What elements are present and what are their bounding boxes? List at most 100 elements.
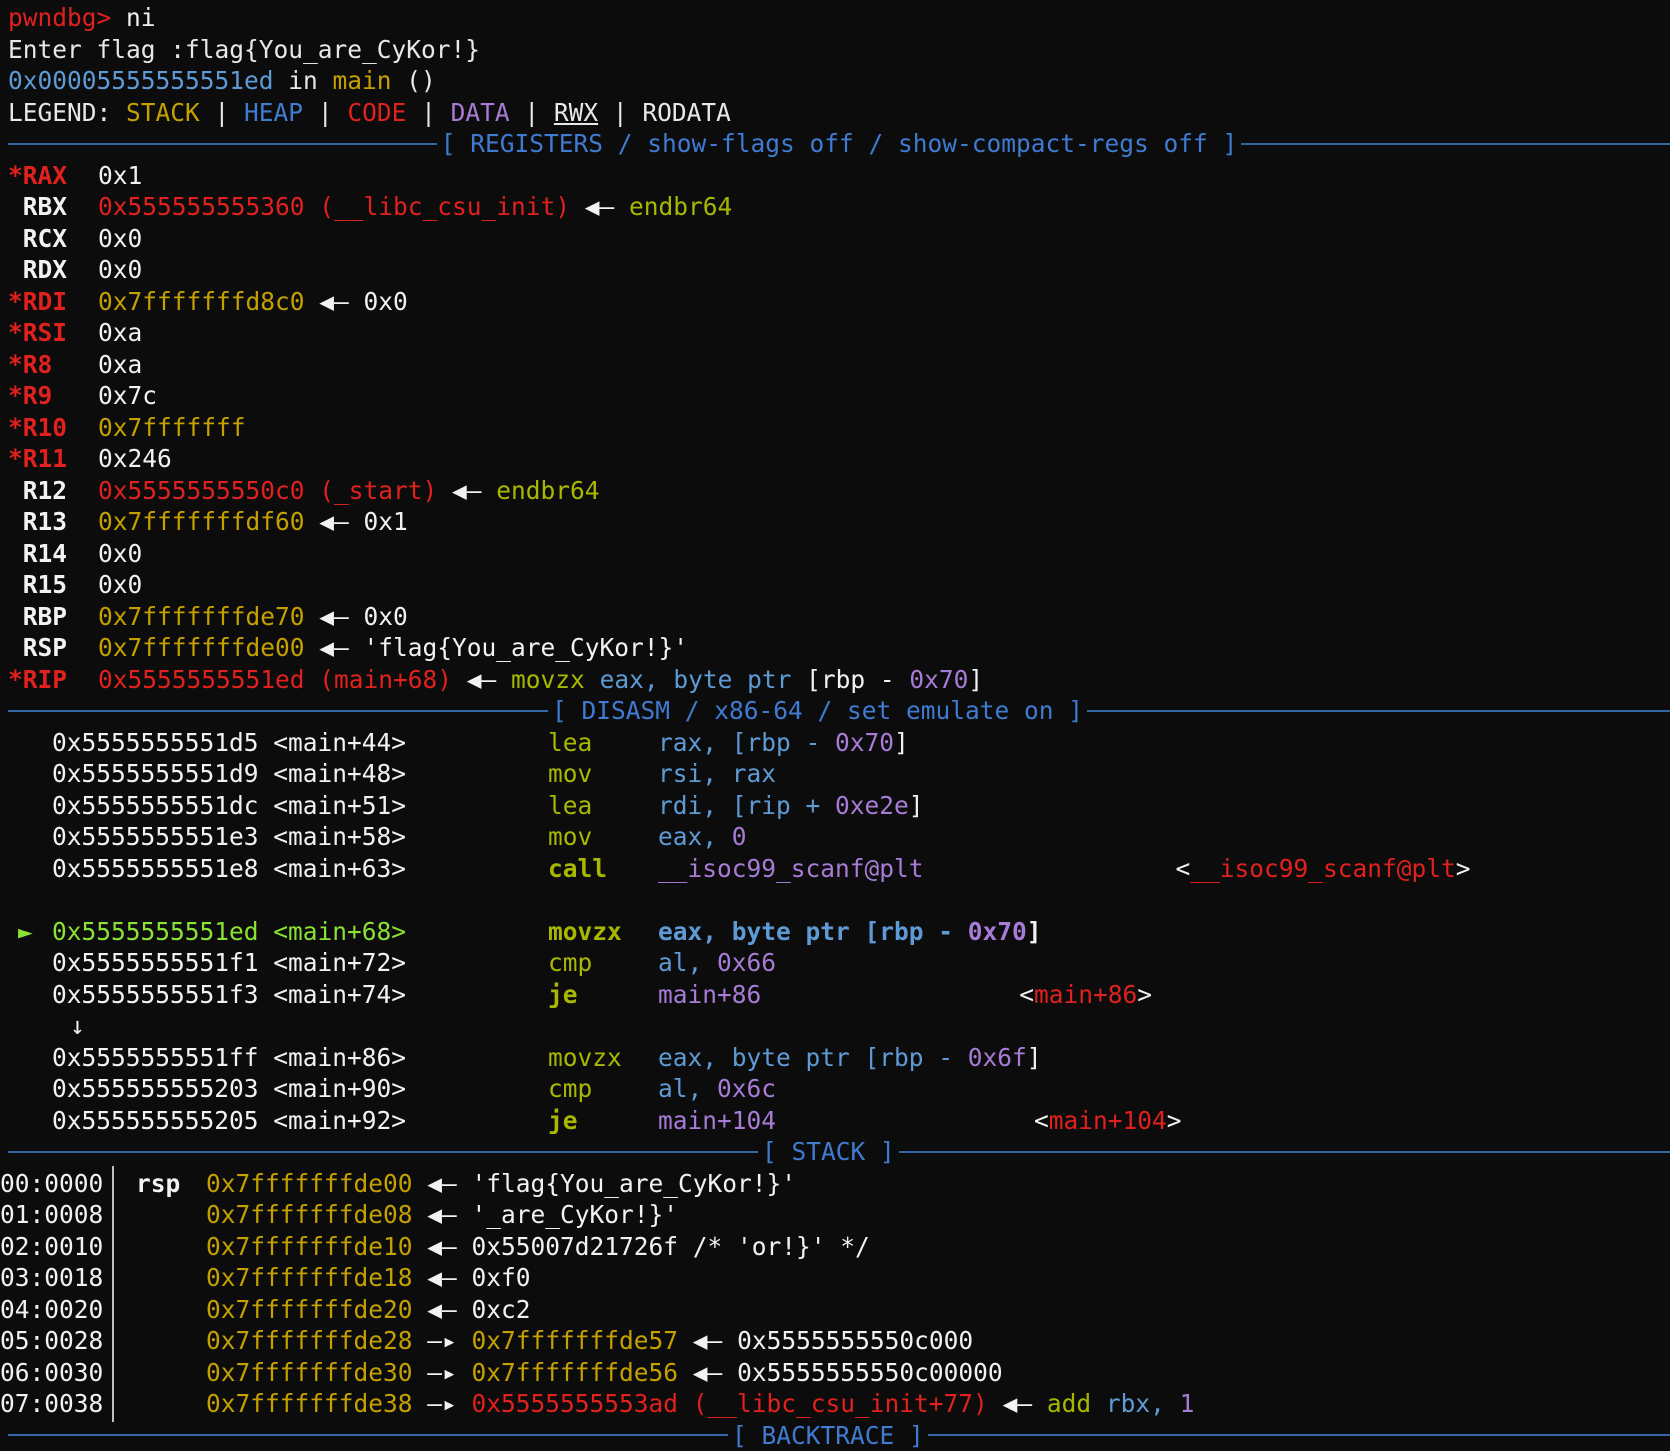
instruction-operand: al,	[658, 948, 717, 977]
stack-value: 0xf0	[472, 1263, 531, 1292]
stack-address: 0x7fffffffde38	[206, 1389, 413, 1418]
disasm-location: 0x5555555551e8 <main+63>	[52, 853, 548, 885]
register-name: R12	[8, 475, 98, 507]
deref-arrow: ◀—	[305, 287, 364, 316]
stack-value: '_are_CyKor!}'	[472, 1200, 679, 1229]
instruction-mnemonic: movzx	[548, 1042, 658, 1074]
registers-header: [ REGISTERS / show-flags off / show-comp…	[8, 128, 1670, 160]
register-name: *R9	[8, 380, 98, 412]
branch-target: <__isoc99_scanf@plt>	[1176, 853, 1471, 885]
disasm-row: 0x5555555551d9 <main+48>movrsi, rax	[8, 758, 1670, 790]
disasm-row: 0x5555555551ff <main+86>movzxeax, byte p…	[8, 1042, 1670, 1074]
legend-stack: STACK	[126, 98, 200, 127]
instruction-operand: rax, [rbp -	[658, 728, 835, 757]
deref-arrow: ◀—	[437, 476, 496, 505]
instruction-operand: rsi, rax	[658, 759, 776, 788]
disasm-row: 0x5555555551e3 <main+58>moveax, 0	[8, 821, 1670, 853]
location-function: main	[333, 66, 392, 95]
legend-rodata: RODATA	[642, 98, 731, 127]
register-name: R14	[8, 538, 98, 570]
bracket: >	[1167, 1106, 1182, 1135]
register-name: R15	[8, 569, 98, 601]
instruction-mnemonic: mov	[548, 758, 658, 790]
branch-target: <main+104>	[1034, 1105, 1182, 1137]
register-value: 0xa	[98, 350, 142, 379]
register-symbol: (_start)	[305, 476, 438, 505]
disasm-location: 0x5555555551e3 <main+58>	[52, 821, 548, 853]
register-symbol: (main+68)	[305, 665, 453, 694]
disasm-location: 0x5555555551d9 <main+48>	[52, 758, 548, 790]
stack-value: 0x7fffffffde57	[472, 1326, 679, 1355]
stack-arrow: ◀—	[988, 1389, 1047, 1418]
register-row: *R80xa	[8, 349, 1670, 381]
stack-address: 0x7fffffffde30	[206, 1358, 413, 1387]
instruction-operand: main+104	[658, 1106, 776, 1135]
bracket: <	[1176, 854, 1191, 883]
instruction-operand: ]	[1027, 917, 1042, 946]
deref-arrow: ◀—	[305, 507, 364, 536]
register-value: 0x555555555360	[98, 192, 305, 221]
instruction-mnemonic: movzx	[548, 916, 658, 948]
space	[259, 822, 274, 851]
instruction-operand: eax, byte ptr [rbp -	[658, 1043, 968, 1072]
register-name: R13	[8, 506, 98, 538]
space	[259, 791, 274, 820]
stack-panel: 00:0000rsp0x7fffffffde00 ◀— 'flag{You_ar…	[8, 1168, 1670, 1420]
branch-target: <main+86>	[1019, 979, 1152, 1011]
instruction-mnemonic: cmp	[548, 1073, 658, 1105]
stack-instruction: add	[1047, 1389, 1106, 1418]
program-input-line: Enter flag :flag{You_are_CyKor!}	[8, 34, 1670, 66]
register-deref: 0x0	[364, 287, 408, 316]
register-name: *RDI	[8, 286, 98, 318]
register-row: R140x0	[8, 538, 1670, 570]
register-row: R130x7fffffffdf60 ◀— 0x1	[8, 506, 1670, 538]
stack-row: 03:00180x7fffffffde18 ◀— 0xf0	[0, 1262, 1670, 1294]
instruction-mnemonic: lea	[548, 790, 658, 822]
disasm-row: ►0x5555555551ed <main+68>movzxeax, byte …	[8, 916, 1670, 948]
disasm-location: 0x5555555551ed <main+68>	[52, 916, 548, 948]
instruction-symbol: <main+51>	[273, 791, 406, 820]
register-row: RBX0x555555555360 (__libc_csu_init) ◀— e…	[8, 191, 1670, 223]
instruction-operand: eax,	[658, 822, 732, 851]
instruction-symbol: <main+48>	[273, 759, 406, 788]
disasm-location: 0x5555555551dc <main+51>	[52, 790, 548, 822]
disasm-panel: 0x5555555551d5 <main+44>learax, [rbp - 0…	[8, 727, 1670, 1137]
instruction-mnemonic: lea	[548, 727, 658, 759]
instruction-immediate: 0x6f	[968, 1043, 1027, 1072]
prompt-line: pwndbg> ni	[8, 2, 1670, 34]
current-instruction-marker: ►	[8, 916, 52, 948]
stack-arrow: ◀—	[678, 1358, 737, 1387]
instruction-operand: ]	[894, 728, 909, 757]
register-name: *RSI	[8, 317, 98, 349]
stack-arrow: —▸	[413, 1358, 472, 1387]
disasm-row: 0x555555555203 <main+90>cmpal, 0x6c	[8, 1073, 1670, 1105]
bracket: <	[1019, 980, 1034, 1009]
stack-address: 0x7fffffffde00	[206, 1169, 413, 1198]
stack-arrow: ◀—	[678, 1326, 737, 1355]
deref-arrow: ◀—	[452, 665, 511, 694]
instruction-symbol: <main+90>	[273, 1074, 406, 1103]
register-value: 0x0	[98, 570, 142, 599]
register-row: RSP0x7fffffffde00 ◀— 'flag{You_are_CyKor…	[8, 632, 1670, 664]
stack-row: 04:00200x7fffffffde20 ◀— 0xc2	[0, 1294, 1670, 1326]
stack-symbol: (__libc_csu_init+77)	[678, 1389, 988, 1418]
stack-address: 0x7fffffffde10	[206, 1232, 413, 1261]
instruction-operand: __isoc99_scanf@plt	[658, 854, 924, 883]
instruction-symbol: <main+72>	[273, 948, 406, 977]
terminal-window[interactable]: pwndbg> ni Enter flag :flag{You_are_CyKo…	[0, 0, 1670, 1451]
stack-arrow: ◀—	[413, 1263, 472, 1292]
register-value: 0x1	[98, 161, 142, 190]
deref-operand: ]	[968, 665, 983, 694]
stack-offset: 02:0010	[0, 1231, 114, 1263]
register-name: *RIP	[8, 664, 98, 696]
register-name: RDX	[8, 254, 98, 286]
stack-value: 0x7fffffffde56	[472, 1358, 679, 1387]
stack-offset: 01:0008	[0, 1199, 114, 1231]
stack-register: rsp	[114, 1168, 206, 1200]
register-row: *RDI0x7fffffffd8c0 ◀— 0x0	[8, 286, 1670, 318]
stack-instruction-operand: rbx,	[1106, 1389, 1180, 1418]
instruction-address: 0x5555555551d9	[52, 759, 259, 788]
instruction-mnemonic: je	[548, 1105, 658, 1137]
stack-row: 01:00080x7fffffffde08 ◀— '_are_CyKor!}'	[0, 1199, 1670, 1231]
register-deref: endbr64	[629, 192, 732, 221]
